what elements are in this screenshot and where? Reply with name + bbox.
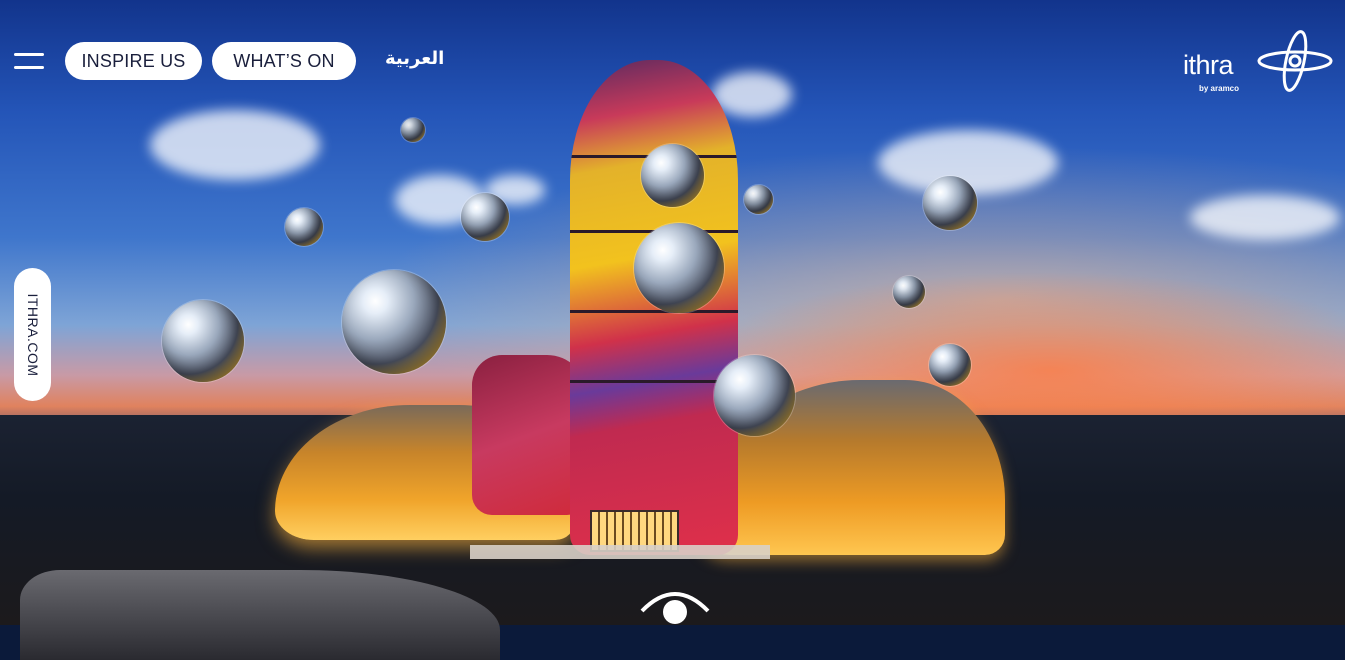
chrome-sphere: [641, 144, 704, 207]
inspire-us-button[interactable]: INSPIRE US: [65, 42, 202, 80]
chrome-sphere: [401, 118, 425, 142]
chrome-sphere: [893, 276, 925, 308]
ithra-logo-mark-icon: [1257, 30, 1333, 92]
chrome-sphere: [929, 344, 971, 386]
hamburger-menu-icon[interactable]: [14, 50, 46, 74]
ithra-logo[interactable]: ithra by aramco: [1183, 28, 1335, 96]
hero-background: [0, 0, 1345, 660]
chrome-sphere: [342, 270, 446, 374]
chrome-sphere: [634, 223, 724, 313]
building-plaza: [470, 545, 770, 559]
chrome-sphere: [285, 208, 323, 246]
whats-on-button[interactable]: WHAT’S ON: [212, 42, 356, 80]
chrome-sphere: [923, 176, 977, 230]
chrome-sphere: [461, 193, 509, 241]
cloud: [1190, 195, 1340, 240]
cloud: [712, 72, 792, 117]
logo-byline: by aramco: [1199, 84, 1240, 93]
ithra-com-side-tab[interactable]: ITHRA.COM: [14, 268, 51, 401]
arabic-language-link[interactable]: العربية: [385, 48, 444, 69]
chrome-sphere: [162, 300, 244, 382]
side-tab-label: ITHRA.COM: [24, 292, 41, 377]
cloud: [150, 110, 320, 180]
building-tower: [570, 60, 738, 555]
foreground-shell: [20, 570, 500, 660]
chrome-sphere: [744, 185, 773, 214]
logo-wordmark: ithra: [1183, 50, 1234, 80]
chrome-sphere: [714, 355, 795, 436]
eye-icon[interactable]: [640, 585, 710, 625]
